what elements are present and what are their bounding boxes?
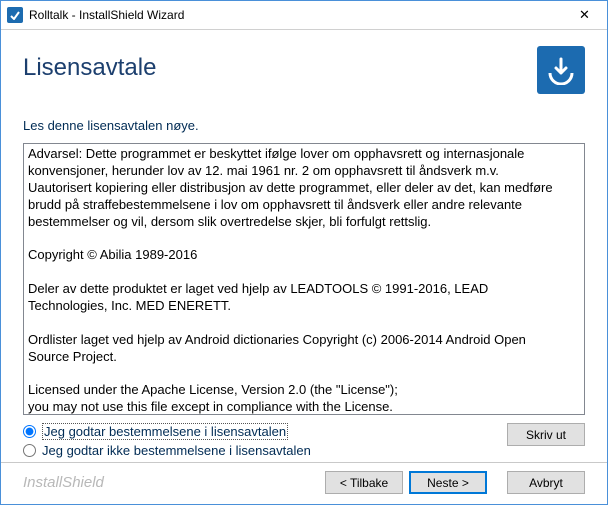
page-title: Lisensavtale — [23, 54, 156, 82]
back-button[interactable]: < Tilbake — [325, 471, 403, 494]
cancel-button[interactable]: Avbryt — [507, 471, 585, 494]
titlebar: Rolltalk - InstallShield Wizard ✕ — [1, 1, 607, 30]
installshield-logo-icon — [537, 46, 585, 94]
radio-decline-label: Jeg godtar ikke bestemmelsene i lisensav… — [42, 443, 311, 458]
radio-accept-input[interactable] — [23, 425, 36, 438]
radio-decline[interactable]: Jeg godtar ikke bestemmelsene i lisensav… — [23, 443, 311, 458]
installshield-brand: InstallShield — [23, 474, 319, 491]
footer: InstallShield < Tilbake Neste > Avbryt — [1, 462, 607, 504]
license-textarea[interactable]: Advarsel: Dette programmet er beskyttet … — [23, 143, 585, 415]
instruction-text: Les denne lisensavtalen nøye. — [1, 100, 607, 139]
close-button[interactable]: ✕ — [562, 1, 607, 29]
radio-decline-input[interactable] — [23, 444, 36, 457]
next-button[interactable]: Neste > — [409, 471, 487, 494]
app-icon — [7, 7, 23, 23]
agreement-radios: Jeg godtar bestemmelsene i lisensavtalen… — [1, 415, 607, 462]
window-title: Rolltalk - InstallShield Wizard — [29, 8, 562, 22]
installer-window: Rolltalk - InstallShield Wizard ✕ Lisens… — [0, 0, 608, 505]
print-button[interactable]: Skriv ut — [507, 423, 585, 446]
header: Lisensavtale — [1, 30, 607, 100]
radio-accept[interactable]: Jeg godtar bestemmelsene i lisensavtalen — [23, 423, 311, 440]
radio-accept-label: Jeg godtar bestemmelsene i lisensavtalen — [42, 423, 288, 440]
